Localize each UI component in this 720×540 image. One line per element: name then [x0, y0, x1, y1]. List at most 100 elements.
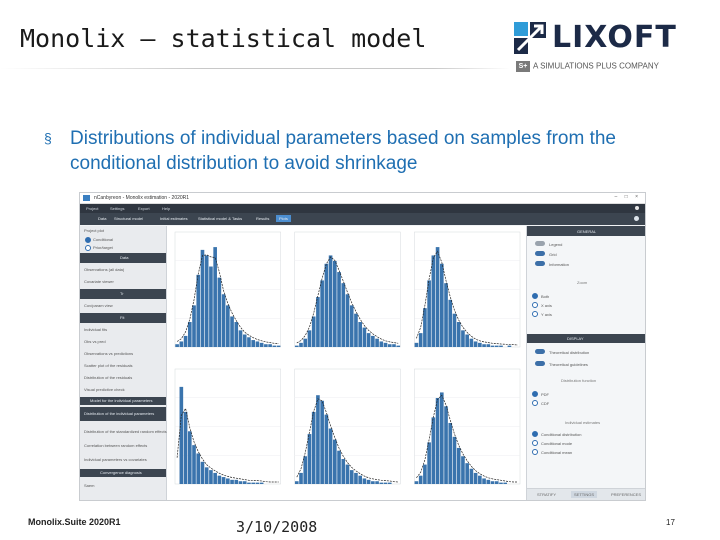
histogram-bar — [183, 411, 188, 484]
user-icon[interactable] — [635, 206, 639, 210]
sidebar-item-distribution-individual-parameters[interactable]: Distribution of the individual parameter… — [80, 407, 166, 421]
sidebar-item-saem[interactable]: Saem — [80, 481, 166, 491]
radio-icon[interactable] — [532, 311, 538, 317]
tab-data[interactable]: Data — [98, 216, 106, 221]
histogram-bar — [345, 464, 350, 484]
histogram-bar — [320, 400, 324, 484]
histogram-bar — [251, 482, 256, 484]
histogram-bar — [251, 340, 256, 347]
histogram-bar — [486, 344, 491, 347]
histogram-bar — [444, 406, 448, 484]
sidebar-item-scatter-residuals[interactable]: Scatter plot of the residuals — [80, 361, 166, 371]
tab-results[interactable]: Results — [256, 216, 269, 221]
logo-tagline-text: A SIMULATIONS PLUS COMPANY — [533, 61, 659, 71]
radio-icon[interactable] — [532, 293, 538, 299]
plot-area — [167, 226, 526, 500]
toggle-legend[interactable]: Legend — [527, 240, 645, 248]
radio-icon[interactable] — [532, 400, 538, 406]
histogram-panel-ka — [294, 231, 401, 348]
zoom-both[interactable]: Both — [527, 292, 645, 300]
radio-icon[interactable] — [532, 302, 538, 308]
tab-statistical-model[interactable]: Statistical model & Tasks — [198, 216, 242, 221]
window-controls[interactable]: – □ × — [615, 194, 642, 200]
menu-export[interactable]: Export — [138, 206, 150, 211]
histogram-bar — [379, 341, 384, 347]
toggle-switch[interactable] — [535, 241, 545, 246]
histogram-bar — [490, 481, 495, 484]
sidebar-section-tr: Tr — [80, 289, 166, 299]
histogram-bar — [337, 272, 341, 347]
sidebar-item-individual-fits[interactable]: Individual fits — [80, 325, 166, 335]
tab-plots[interactable]: Plots — [276, 215, 291, 222]
histogram-bar — [387, 482, 392, 484]
sidebar-item-observations[interactable]: Observations (all data) — [80, 265, 166, 275]
histogram-bar — [448, 299, 453, 347]
histogram-panel-k12 — [294, 368, 401, 485]
zoom-x[interactable]: X axis — [527, 301, 645, 309]
histogram-bar — [383, 482, 388, 484]
toggle-switch[interactable] — [535, 261, 545, 266]
sidebar-item-cov-param[interactable]: Cov/param view — [80, 301, 166, 311]
histogram-bar — [311, 316, 316, 347]
sidebar-radio-prior[interactable]: Prior/target — [80, 243, 166, 253]
sidebar-item-correlation-random-effects[interactable]: Correlation between random effects — [80, 441, 166, 451]
histogram-bar — [362, 478, 367, 484]
radio-icon[interactable] — [532, 431, 538, 437]
radio-icon[interactable] — [532, 391, 538, 397]
toggle-information[interactable]: Information — [527, 260, 645, 268]
option-cdf[interactable]: CDF — [527, 399, 645, 407]
sidebar-item-observations-vs-predictions[interactable]: Observations vs predictions — [80, 349, 166, 359]
histogram-bar — [324, 263, 329, 347]
toggle-switch[interactable] — [535, 361, 545, 366]
histogram-bar — [490, 345, 495, 347]
tab-settings-bottom[interactable]: SETTINGS — [571, 491, 598, 498]
sidebar-item-distribution-residuals[interactable]: Distribution of the residuals — [80, 373, 166, 383]
radio-icon[interactable] — [85, 245, 91, 251]
histogram-bar — [383, 342, 388, 347]
histogram-bar — [316, 297, 320, 347]
sidebar-item-covariate-viewer[interactable]: Covariate viewer — [80, 277, 166, 287]
zoom-y[interactable]: Y axis — [527, 310, 645, 318]
histogram-bar — [375, 481, 379, 484]
toggle-switch[interactable] — [535, 349, 545, 354]
lixoft-logo: LIXOFT S+ A SIMULATIONS PLUS COMPANY — [512, 16, 712, 78]
footer-product: Monolix.Suite 2020R1 — [28, 517, 121, 527]
menu-help[interactable]: Help — [162, 206, 170, 211]
toggle-theoretical-guidelines[interactable]: Theoretical guidelines — [527, 360, 645, 368]
tab-stratify[interactable]: STRATIFY — [537, 492, 556, 497]
menu-settings[interactable]: Settings — [110, 206, 124, 211]
histogram-bar — [345, 294, 350, 347]
option-conditional-mode[interactable]: Conditional mode — [527, 439, 645, 447]
menu-project[interactable]: Project — [86, 206, 98, 211]
histogram-bar — [226, 478, 230, 484]
histogram-bar — [303, 456, 308, 484]
radio-icon[interactable] — [532, 449, 538, 455]
distribution-function-label: Distribution function — [561, 378, 597, 383]
settings-header: GENERAL — [527, 226, 645, 236]
radio-icon[interactable] — [532, 440, 538, 446]
option-conditional-mean[interactable]: Conditional mean — [527, 448, 645, 456]
histogram-bar — [247, 482, 251, 484]
option-conditional-distribution[interactable]: Conditional distribution — [527, 430, 645, 438]
histogram-bar — [499, 482, 503, 484]
settings-panel: GENERAL Legend Grid Information Zoom Bot… — [526, 226, 645, 500]
histogram-bar — [320, 280, 324, 347]
toggle-switch[interactable] — [535, 251, 545, 256]
tab-structural-model[interactable]: Structural model — [114, 216, 143, 221]
gear-icon[interactable] — [634, 216, 639, 221]
histogram-bar — [444, 283, 448, 347]
tab-preferences[interactable]: PREFERENCES — [611, 492, 641, 497]
histogram-bar — [230, 316, 234, 347]
toggle-grid[interactable]: Grid — [527, 250, 645, 258]
sidebar-item-distribution-random-effects[interactable]: Distribution of the standardized random … — [80, 427, 167, 437]
zoom-label: Zoom — [577, 280, 588, 285]
sidebar-item-params-vs-covariates[interactable]: Individual parameters vs covariates — [80, 455, 166, 465]
logo-badge: S+ — [516, 61, 530, 72]
histogram-bar — [179, 386, 184, 484]
histogram-bar — [242, 334, 247, 347]
toggle-theoretical-distribution[interactable]: Theoretical distribution — [527, 348, 645, 356]
sidebar-item-vpc[interactable]: Visual predictive check — [80, 385, 166, 395]
sidebar-item-obs-vs-pred[interactable]: Obs vs pred — [80, 337, 166, 347]
option-pdf[interactable]: PDF — [527, 390, 645, 398]
tab-initial-estimates[interactable]: Initial estimates — [160, 216, 188, 221]
